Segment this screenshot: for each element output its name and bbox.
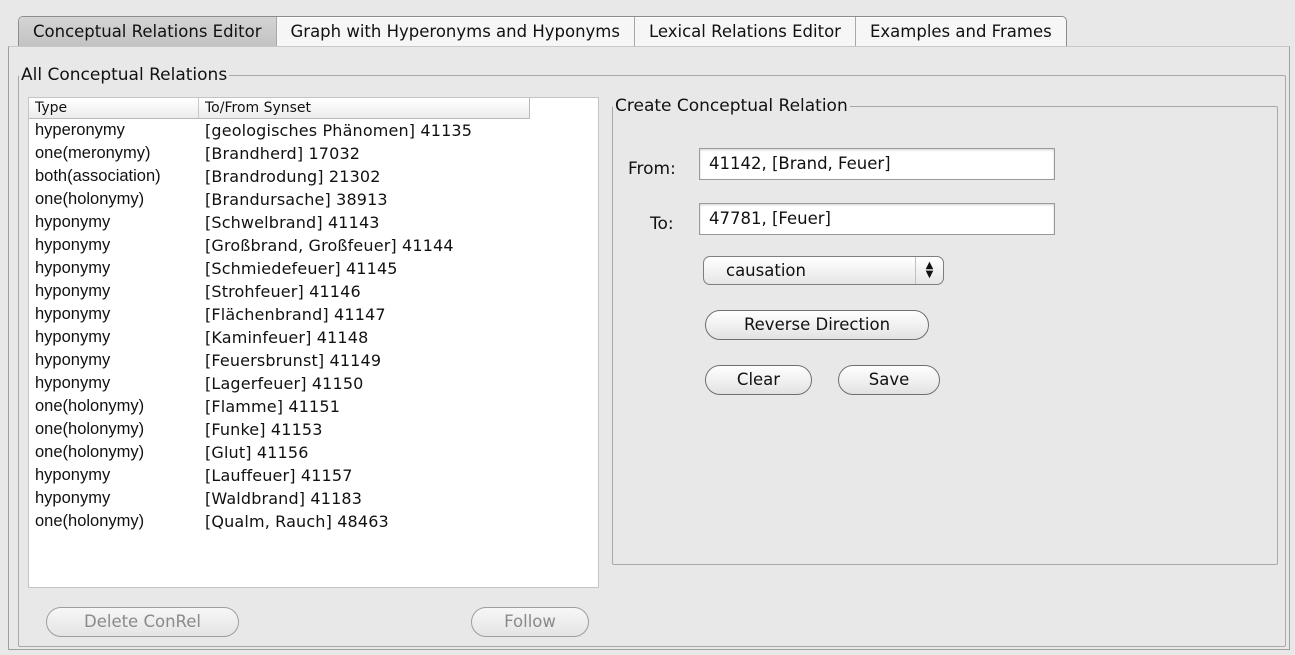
table-row[interactable]: hyponymy [Waldbrand] 41183 bbox=[29, 487, 598, 510]
up-down-arrows-icon: ▲ ▼ bbox=[915, 257, 943, 284]
table-row[interactable]: hyponymy [Lauffeuer] 41157 bbox=[29, 464, 598, 487]
relation-type-cell: one(holonymy) bbox=[35, 420, 145, 438]
relation-type-cell: hyponymy bbox=[35, 305, 111, 323]
table-row[interactable]: hyponymy [Flächenbrand] 41147 bbox=[29, 303, 598, 326]
table-body: hyperonymy [geologisches Phänomen] 41135 o… bbox=[29, 119, 598, 533]
relation-type-cell: one(holonymy) bbox=[35, 512, 145, 530]
clear-button[interactable]: Clear bbox=[705, 365, 812, 395]
synset-cell: [Brandherd] 17032 bbox=[205, 144, 361, 163]
relation-type-cell: hyponymy bbox=[35, 489, 111, 507]
to-field[interactable]: 47781, [Feuer] bbox=[699, 203, 1055, 235]
column-header-synset[interactable]: To/From Synset bbox=[199, 98, 529, 118]
relation-type-value: causation bbox=[726, 261, 806, 280]
follow-button[interactable]: Follow bbox=[471, 607, 589, 637]
table-row[interactable]: one(holonymy) [Funke] 41153 bbox=[29, 418, 598, 441]
synset-cell: [Qualm, Rauch] 48463 bbox=[205, 512, 389, 531]
synset-cell: [Strohfeuer] 41146 bbox=[205, 282, 361, 301]
all-conceptual-relations-title: All Conceptual Relations bbox=[21, 65, 228, 85]
relation-type-cell: hyponymy bbox=[35, 374, 111, 392]
conceptual-relations-table[interactable]: Type To/From Synset hyperonymy [geologisc… bbox=[28, 97, 599, 588]
table-row[interactable]: one(holonymy) [Flamme] 41151 bbox=[29, 395, 598, 418]
relation-type-select[interactable]: causation ▲ ▼ bbox=[703, 256, 944, 285]
relation-type-cell: hyponymy bbox=[35, 259, 111, 277]
create-conceptual-relation-title: Create Conceptual Relation bbox=[615, 96, 848, 116]
relation-type-cell: hyponymy bbox=[35, 466, 111, 484]
table-row[interactable]: one(meronymy) [Brandherd] 17032 bbox=[29, 142, 598, 165]
table-row[interactable]: hyponymy [Feuersbrunst] 41149 bbox=[29, 349, 598, 372]
synset-cell: [Großbrand, Großfeuer] 41144 bbox=[205, 236, 454, 255]
to-label: To: bbox=[650, 214, 674, 234]
relation-type-cell: hyponymy bbox=[35, 282, 111, 300]
table-row[interactable]: one(holonymy) [Brandursache] 38913 bbox=[29, 188, 598, 211]
tab-bar: Conceptual Relations Editor Graph with H… bbox=[18, 16, 1067, 48]
tab-conceptual-relations-editor[interactable]: Conceptual Relations Editor bbox=[19, 17, 277, 47]
synset-cell: [Schwelbrand] 41143 bbox=[205, 213, 380, 232]
save-button[interactable]: Save bbox=[838, 365, 940, 395]
from-field[interactable]: 41142, [Brand, Feuer] bbox=[699, 148, 1055, 180]
reverse-direction-button[interactable]: Reverse Direction bbox=[705, 310, 929, 340]
synset-cell: [Waldbrand] 41183 bbox=[205, 489, 363, 508]
synset-cell: [Brandursache] 38913 bbox=[205, 190, 388, 209]
delete-conrel-button[interactable]: Delete ConRel bbox=[46, 607, 239, 637]
table-row[interactable]: hyponymy [Schmiedefeuer] 41145 bbox=[29, 257, 598, 280]
relation-type-cell: one(holonymy) bbox=[35, 190, 145, 208]
synset-cell: [Kaminfeuer] 41148 bbox=[205, 328, 369, 347]
from-label: From: bbox=[628, 159, 676, 179]
relation-type-cell: hyponymy bbox=[35, 236, 111, 254]
table-row[interactable]: one(holonymy) [Glut] 41156 bbox=[29, 441, 598, 464]
synset-cell: [Glut] 41156 bbox=[205, 443, 309, 462]
table-row[interactable]: hyponymy [Strohfeuer] 41146 bbox=[29, 280, 598, 303]
relation-type-cell: hyponymy bbox=[35, 351, 111, 369]
relation-type-cell: one(holonymy) bbox=[35, 397, 145, 415]
tab-examples-and-frames[interactable]: Examples and Frames bbox=[856, 17, 1066, 47]
synset-cell: [Flamme] 41151 bbox=[205, 397, 341, 416]
synset-cell: [Schmiedefeuer] 41145 bbox=[205, 259, 398, 278]
relation-type-cell: hyponymy bbox=[35, 213, 111, 231]
relation-type-cell: both(association) bbox=[35, 167, 161, 185]
table-row[interactable]: hyponymy [Lagerfeuer] 41150 bbox=[29, 372, 598, 395]
synset-cell: [Brandrodung] 21302 bbox=[205, 167, 381, 186]
synset-cell: [Flächenbrand] 41147 bbox=[205, 305, 386, 324]
relation-type-cell: hyperonymy bbox=[35, 121, 125, 139]
tab-graph-hyperonyms-hyponyms[interactable]: Graph with Hyperonyms and Hyponyms bbox=[277, 17, 635, 47]
table-row[interactable]: hyponymy [Schwelbrand] 41143 bbox=[29, 211, 598, 234]
table-row[interactable]: one(holonymy) [Qualm, Rauch] 48463 bbox=[29, 510, 598, 533]
table-header: Type To/From Synset bbox=[29, 98, 530, 119]
synset-cell: [Funke] 41153 bbox=[205, 420, 323, 439]
table-row[interactable]: hyperonymy [geologisches Phänomen] 41135 bbox=[29, 119, 598, 142]
synset-cell: [Lagerfeuer] 41150 bbox=[205, 374, 364, 393]
table-row[interactable]: hyponymy [Kaminfeuer] 41148 bbox=[29, 326, 598, 349]
table-row[interactable]: hyponymy [Großbrand, Großfeuer] 41144 bbox=[29, 234, 598, 257]
relation-type-cell: one(meronymy) bbox=[35, 144, 151, 162]
synset-cell: [geologisches Phänomen] 41135 bbox=[205, 121, 473, 140]
synset-cell: [Lauffeuer] 41157 bbox=[205, 466, 353, 485]
relation-type-cell: hyponymy bbox=[35, 328, 111, 346]
table-row[interactable]: both(association) [Brandrodung] 21302 bbox=[29, 165, 598, 188]
relation-type-cell: one(holonymy) bbox=[35, 443, 145, 461]
synset-cell: [Feuersbrunst] 41149 bbox=[205, 351, 382, 370]
column-header-type[interactable]: Type bbox=[29, 98, 199, 118]
tab-lexical-relations-editor[interactable]: Lexical Relations Editor bbox=[635, 17, 856, 47]
